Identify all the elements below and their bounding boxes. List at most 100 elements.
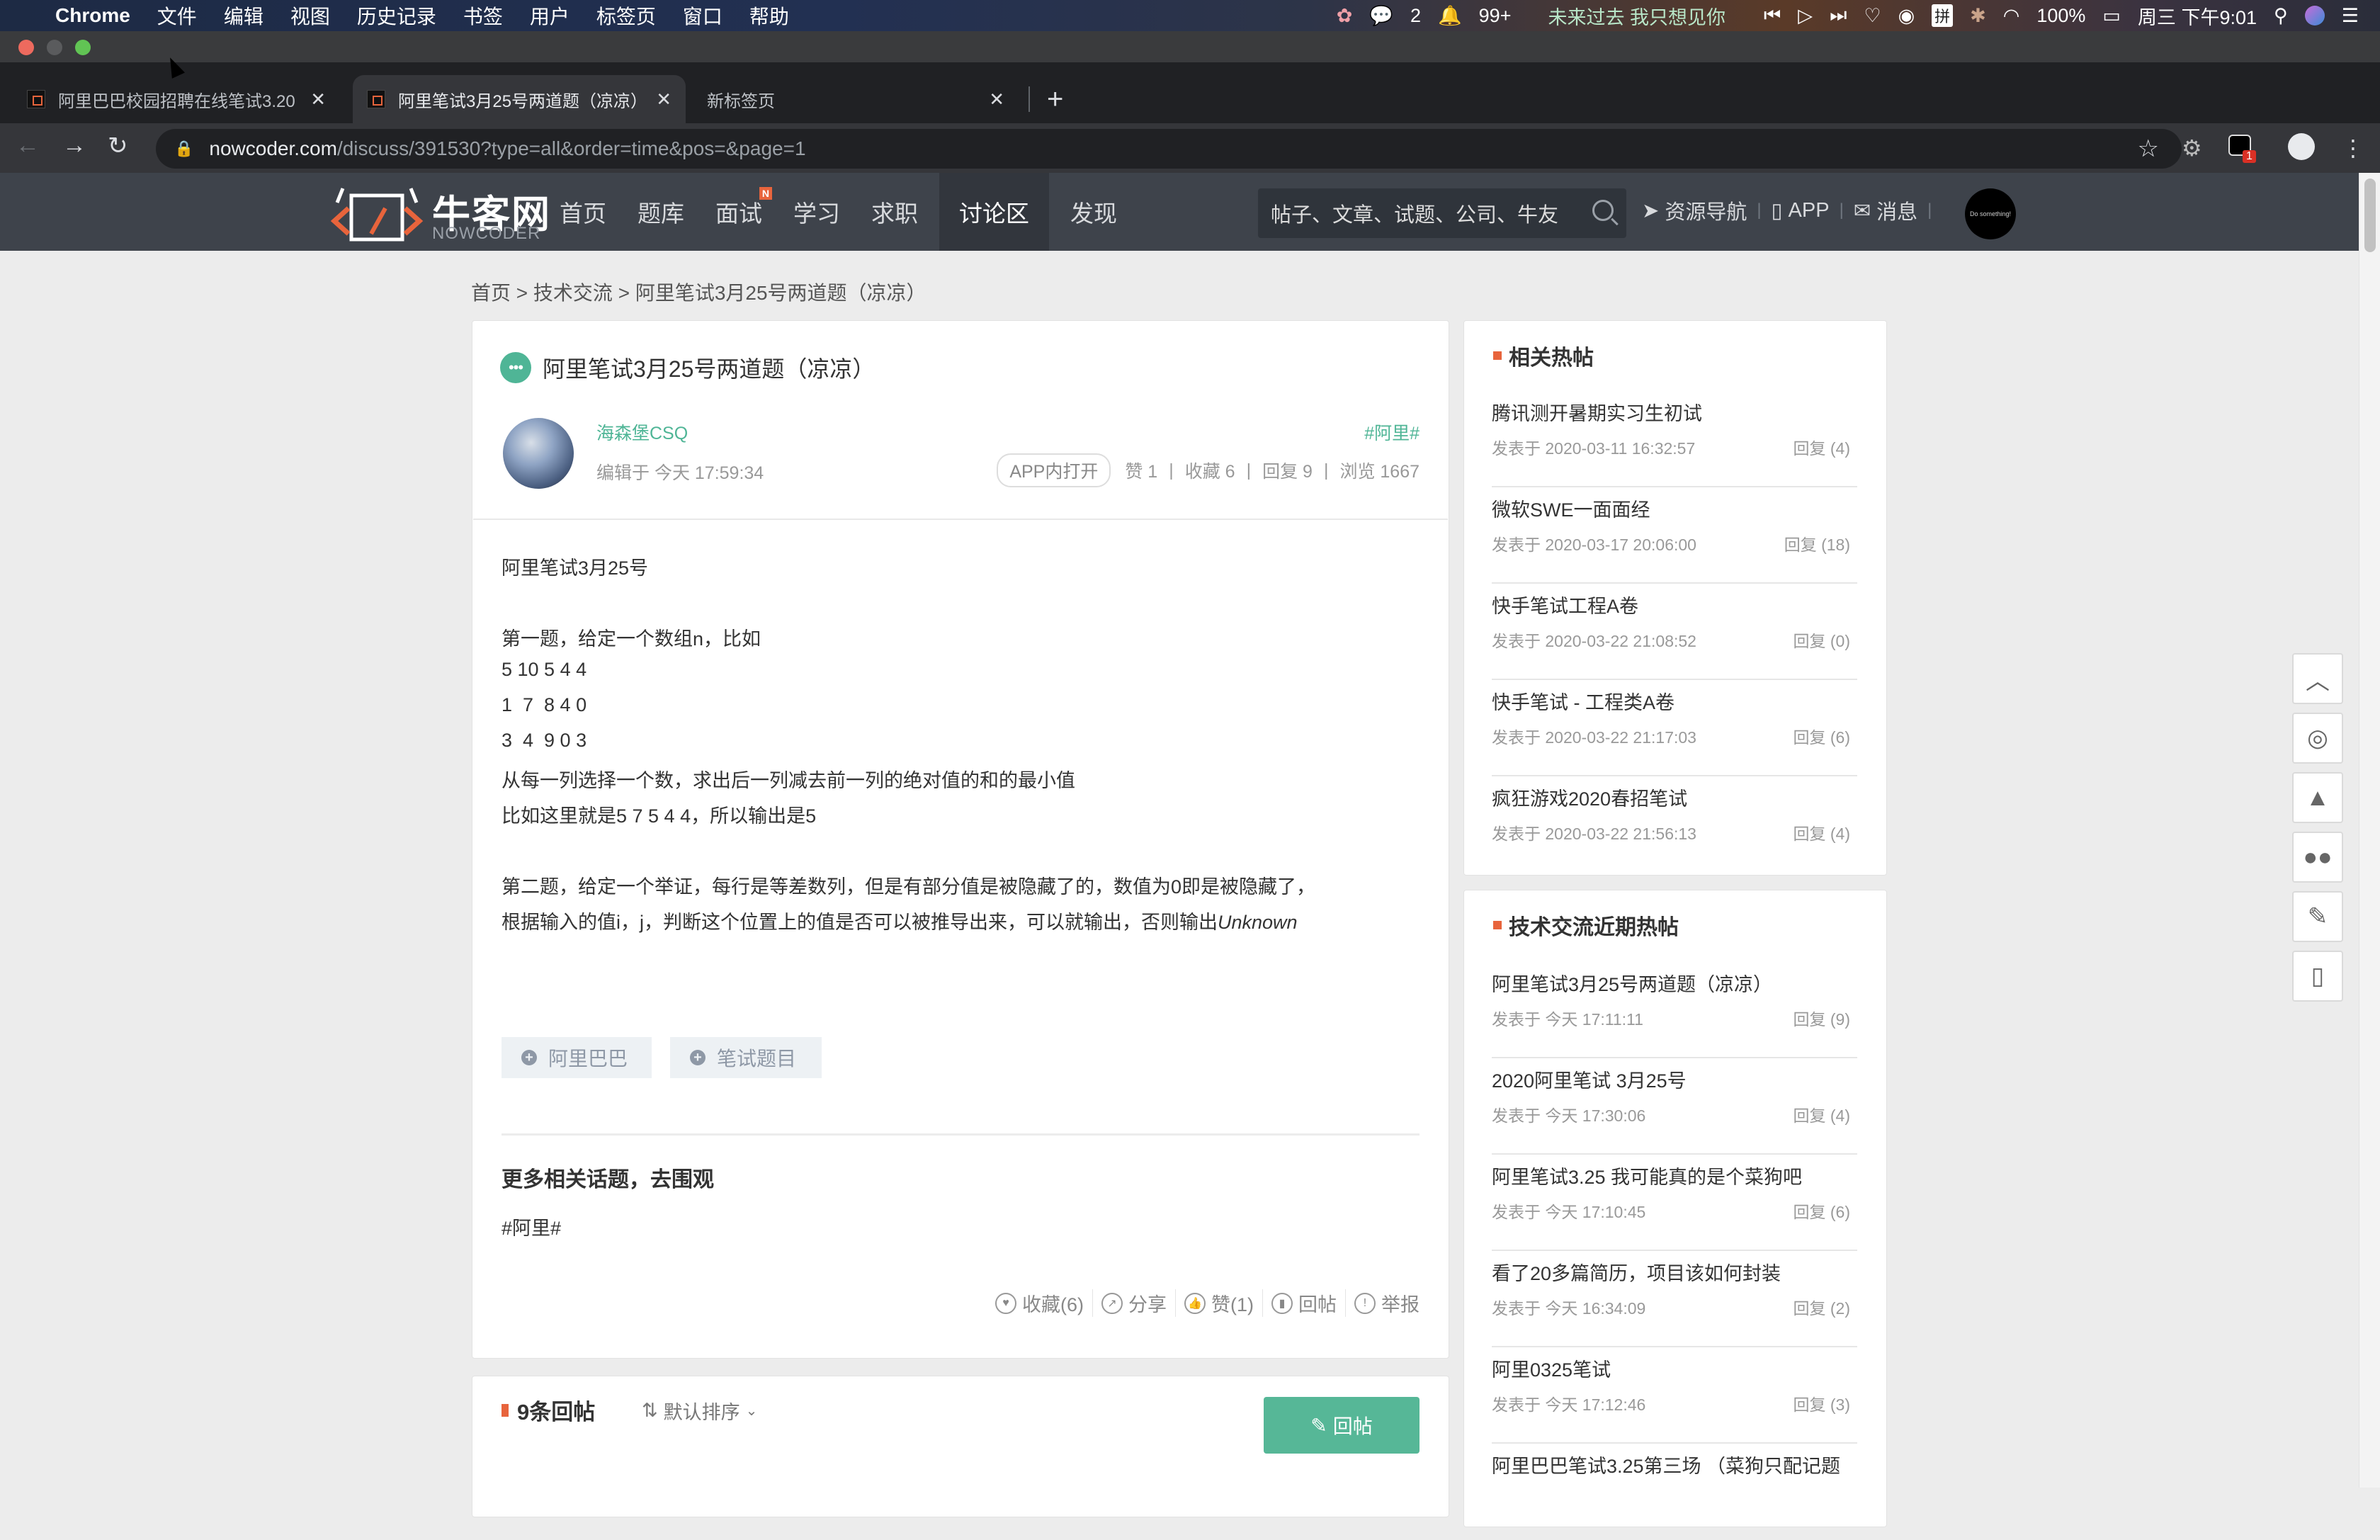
- post-link[interactable]: 疯狂游戏2020春招笔试: [1492, 783, 1687, 811]
- play-icon[interactable]: ▷: [1798, 5, 1813, 27]
- previous-track-icon[interactable]: ⏮: [1764, 4, 1781, 27]
- nav-interview[interactable]: 面试 N: [706, 173, 772, 251]
- menu-tab[interactable]: 标签页: [596, 1, 656, 30]
- feedback-edit-button[interactable]: ✎: [2292, 891, 2343, 942]
- input-method-icon[interactable]: 拼: [1932, 4, 1954, 27]
- recent-post-item[interactable]: 2020阿里笔试 3月25号 发表于 今天 17:30:06 回复 (4): [1492, 1058, 1857, 1155]
- tag-written-test[interactable]: + 笔试题目: [670, 1037, 822, 1078]
- post-link[interactable]: 2020阿里笔试 3月25号: [1492, 1065, 1687, 1093]
- related-post-item[interactable]: 微软SWE一面面经 发表于 2020-03-17 20:06:00 回复 (18): [1492, 487, 1857, 584]
- menu-file[interactable]: 文件: [157, 1, 197, 30]
- post-link[interactable]: 阿里0325笔试: [1492, 1354, 1611, 1382]
- post-link[interactable]: 阿里笔试3月25号两道题（凉凉）: [1492, 969, 1772, 997]
- nav-home[interactable]: 首页: [550, 173, 616, 251]
- site-search-input[interactable]: 帖子、文章、试题、公司、牛友: [1258, 188, 1626, 238]
- nav-discover[interactable]: 发现: [1060, 173, 1127, 251]
- scrollbar-thumb[interactable]: [2364, 179, 2376, 252]
- post-link[interactable]: 阿里笔试3.25 我可能真的是个菜狗吧: [1492, 1162, 1802, 1189]
- chrome-menu-icon[interactable]: ⋮: [2342, 135, 2364, 162]
- page-scrollbar[interactable]: [2359, 173, 2380, 1488]
- qq-status-icon[interactable]: 🔔: [1438, 4, 1462, 27]
- close-tab-icon[interactable]: ✕: [310, 89, 326, 111]
- nowcoder-logo-icon[interactable]: [327, 181, 426, 244]
- menu-view[interactable]: 视图: [290, 1, 330, 30]
- post-link[interactable]: 快手笔试 - 工程类A卷: [1492, 687, 1674, 715]
- related-post-item[interactable]: 疯狂游戏2020春招笔试 发表于 2020-03-22 21:56:13 回复 (4…: [1492, 776, 1857, 873]
- forward-button[interactable]: →: [62, 132, 86, 159]
- tab-current-post[interactable]: 阿里笔试3月25号两道题（凉凉） ✕: [353, 75, 686, 123]
- mobile-app-button[interactable]: ▯: [2292, 951, 2343, 1002]
- menu-edit[interactable]: 编辑: [224, 1, 264, 30]
- close-tab-icon[interactable]: ✕: [656, 89, 672, 111]
- bluetooth-icon[interactable]: ✱: [1970, 5, 1986, 27]
- search-icon[interactable]: [1592, 200, 1614, 221]
- heart-icon[interactable]: ♡: [1864, 5, 1881, 27]
- author-name-link[interactable]: 海森堡CSQ: [596, 419, 688, 445]
- back-button[interactable]: ←: [16, 132, 40, 159]
- author-avatar[interactable]: [503, 418, 574, 489]
- lock-icon[interactable]: 🔒: [174, 140, 193, 158]
- favorite-button[interactable]: ♥ 收藏(6): [987, 1289, 1093, 1317]
- app-status-icon[interactable]: ✿: [1337, 5, 1353, 27]
- menu-history[interactable]: 历史记录: [357, 1, 436, 30]
- new-tab-button[interactable]: +: [1047, 84, 1063, 115]
- nav-jobs[interactable]: 求职: [861, 173, 928, 251]
- music-app-icon[interactable]: ◉: [1898, 5, 1915, 27]
- menu-app-name[interactable]: Chrome: [55, 4, 130, 27]
- spotlight-icon[interactable]: ⚲: [2274, 5, 2288, 27]
- profile-icon[interactable]: [2288, 133, 2315, 160]
- reload-button[interactable]: ↻: [108, 132, 128, 160]
- menu-bookmarks[interactable]: 书签: [463, 1, 503, 30]
- reply-action-button[interactable]: ▮ 回帖: [1263, 1289, 1346, 1317]
- minimize-window-button[interactable]: [47, 40, 62, 55]
- bookmark-star-icon[interactable]: ☆: [2138, 135, 2159, 163]
- app-link[interactable]: APP: [1789, 199, 1830, 222]
- tag-alibaba[interactable]: + 阿里巴巴: [502, 1037, 652, 1078]
- messages-link[interactable]: 消息: [1876, 196, 1917, 225]
- share-button[interactable]: ↗ 分享: [1093, 1289, 1176, 1317]
- more-topics-tag-link[interactable]: #阿里#: [502, 1213, 561, 1240]
- post-link[interactable]: 腾讯测开暑期实习生初试: [1492, 398, 1702, 426]
- recent-post-item[interactable]: 阿里巴巴笔试3.25第三场 （菜狗只配记题: [1492, 1444, 1857, 1540]
- share-wechat-button[interactable]: ●●: [2292, 832, 2343, 883]
- notification-center-icon[interactable]: ☰: [2342, 5, 2359, 27]
- nav-question-bank[interactable]: 题库: [628, 173, 694, 251]
- user-avatar[interactable]: Do something!: [1965, 188, 2016, 239]
- tab-new-tab[interactable]: 新标签页 ✕: [693, 75, 1019, 123]
- related-post-item[interactable]: 快手笔试 - 工程类A卷 发表于 2020-03-22 21:17:03 回复 (6…: [1492, 680, 1857, 776]
- topic-tag-link[interactable]: #阿里#: [1364, 419, 1420, 445]
- post-link[interactable]: 快手笔试工程A卷: [1492, 591, 1638, 618]
- next-track-icon[interactable]: ⏭: [1830, 4, 1847, 27]
- related-post-item[interactable]: 腾讯测开暑期实习生初试 发表于 2020-03-11 16:32:57 回复 (4): [1492, 391, 1857, 487]
- extension-icon[interactable]: ⚙: [2182, 135, 2202, 162]
- nav-discussion[interactable]: 讨论区: [939, 173, 1049, 251]
- post-link[interactable]: 看了20多篇简历，项目该如何封装: [1492, 1258, 1781, 1286]
- sort-dropdown[interactable]: ⇅ 默认排序 ⌄: [642, 1397, 757, 1425]
- share-weibo-button[interactable]: ◎: [2292, 713, 2343, 764]
- recent-post-item[interactable]: 阿里笔试3.25 我可能真的是个菜狗吧 发表于 今天 17:10:45 回复 (6): [1492, 1155, 1857, 1251]
- menu-people[interactable]: 用户: [530, 1, 570, 30]
- close-tab-icon[interactable]: ✕: [989, 89, 1004, 111]
- post-link[interactable]: 阿里巴巴笔试3.25第三场 （菜狗只配记题: [1492, 1451, 1840, 1478]
- reply-button[interactable]: ✎ 回帖: [1264, 1397, 1420, 1454]
- wechat-status-icon[interactable]: 💬: [1369, 4, 1393, 27]
- nav-learn[interactable]: 学习: [783, 173, 850, 251]
- clock[interactable]: 周三 下午9:01: [2138, 2, 2257, 30]
- address-bar[interactable]: 🔒 nowcoder.com/discuss/391530?type=all&o…: [156, 129, 2182, 169]
- maximize-window-button[interactable]: [75, 40, 91, 55]
- share-qq-button[interactable]: ▲: [2292, 772, 2343, 823]
- menu-help[interactable]: 帮助: [749, 1, 789, 30]
- breadcrumb[interactable]: 首页 > 技术交流 > 阿里笔试3月25号两道题（凉凉）: [471, 278, 926, 306]
- post-link[interactable]: 微软SWE一面面经: [1492, 494, 1650, 522]
- close-window-button[interactable]: [18, 40, 34, 55]
- report-button[interactable]: ! 举报: [1346, 1289, 1420, 1317]
- recent-post-item[interactable]: 阿里笔试3月25号两道题（凉凉） 发表于 今天 17:11:11 回复 (9): [1492, 962, 1857, 1058]
- resources-link[interactable]: 资源导航: [1665, 196, 1747, 225]
- related-post-item[interactable]: 快手笔试工程A卷 发表于 2020-03-22 21:08:52 回复 (0): [1492, 584, 1857, 680]
- back-to-top-button[interactable]: ︿: [2292, 653, 2343, 704]
- menu-window[interactable]: 窗口: [683, 1, 722, 30]
- like-button[interactable]: 👍 赞(1): [1176, 1289, 1263, 1317]
- recent-post-item[interactable]: 阿里0325笔试 发表于 今天 17:12:46 回复 (3): [1492, 1347, 1857, 1444]
- open-in-app-button[interactable]: APP内打开: [997, 453, 1111, 487]
- siri-icon[interactable]: [2304, 6, 2325, 26]
